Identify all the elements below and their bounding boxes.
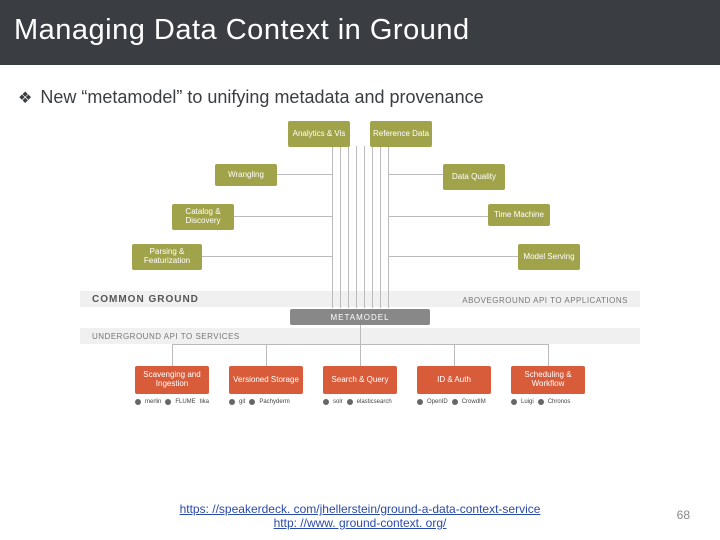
box-time: Time Machine <box>488 204 550 226</box>
box-reference: Reference Data <box>370 121 432 147</box>
connector <box>202 256 332 257</box>
box-serving: Model Serving <box>518 244 580 270</box>
connector <box>388 146 389 308</box>
connector <box>172 344 173 366</box>
logo-text: FLUME <box>175 399 195 405</box>
connector <box>360 325 361 344</box>
logo-text: Luigi <box>521 399 534 405</box>
logo-text: Chronos <box>548 399 571 405</box>
box-analytics: Analytics & Vis <box>288 121 350 147</box>
footer-links: https: //speakerdeck. com/jhellerstein/g… <box>0 502 720 530</box>
architecture-diagram: Analytics & Vis Reference Data Wrangling… <box>80 116 640 441</box>
metamodel-bar: METAMODEL <box>290 309 430 325</box>
connector <box>356 146 357 308</box>
logo-text: merlin <box>145 399 161 405</box>
logo-text: CrowdIM <box>462 399 486 405</box>
box-scheduling: Scheduling & Workflow <box>511 366 585 394</box>
box-parsing: Parsing & Featurization <box>132 244 202 270</box>
logo-text: solr <box>333 399 343 405</box>
connector <box>454 344 455 366</box>
connector <box>332 146 333 308</box>
logos-scavenging: merlin FLUME tika <box>135 399 209 405</box>
connector <box>234 216 332 217</box>
connector <box>172 344 548 345</box>
logo-icon <box>417 399 423 405</box>
logo-text: elasticsearch <box>357 399 392 405</box>
logo-icon <box>135 399 141 405</box>
connector <box>548 344 549 366</box>
box-quality: Data Quality <box>443 164 505 190</box>
box-search: Search & Query <box>323 366 397 394</box>
logo-text: OpenID <box>427 399 448 405</box>
box-id: ID & Auth <box>417 366 491 394</box>
label-below-api: UNDERGROUND API TO SERVICES <box>92 332 240 341</box>
connector <box>277 174 332 175</box>
logo-icon <box>347 399 353 405</box>
connector <box>340 146 341 308</box>
connector <box>360 344 361 366</box>
logo-icon <box>511 399 517 405</box>
label-above-api: ABOVEGROUND API TO APPLICATIONS <box>462 296 628 305</box>
logo-icon <box>538 399 544 405</box>
bullet-text: New “metamodel” to unifying metadata and… <box>40 87 483 108</box>
connector <box>380 146 381 308</box>
logo-icon <box>229 399 235 405</box>
connector <box>266 344 267 366</box>
link-speakerdeck[interactable]: https: //speakerdeck. com/jhellerstein/g… <box>0 502 720 516</box>
connector <box>348 146 349 308</box>
logo-icon <box>249 399 255 405</box>
box-versioned: Versioned Storage <box>229 366 303 394</box>
logo-icon <box>452 399 458 405</box>
connector <box>388 174 443 175</box>
connector <box>388 216 488 217</box>
bullet-row: ❖ New “metamodel” to unifying metadata a… <box>0 65 720 116</box>
connector <box>364 146 365 308</box>
link-ground-context[interactable]: http: //www. ground-context. org/ <box>0 516 720 530</box>
box-catalog: Catalog & Discovery <box>172 204 234 230</box>
connector <box>388 256 518 257</box>
logo-text: git <box>239 399 245 405</box>
bullet-icon: ❖ <box>18 88 32 108</box>
page-number: 68 <box>677 508 690 522</box>
connector <box>372 146 373 308</box>
label-common-ground: COMMON GROUND <box>92 294 199 305</box>
box-scavenging: Scavenging and Ingestion <box>135 366 209 394</box>
box-wrangling: Wrangling <box>215 164 277 186</box>
slide-title: Managing Data Context in Ground <box>14 14 706 47</box>
logo-text: Pachyderm <box>259 399 289 405</box>
logos-search: solr elasticsearch <box>323 399 397 405</box>
logo-text: tika <box>200 399 209 405</box>
logos-versioned: git Pachyderm <box>229 399 303 405</box>
logos-scheduling: Luigi Chronos <box>511 399 585 405</box>
logo-icon <box>323 399 329 405</box>
title-bar: Managing Data Context in Ground <box>0 0 720 65</box>
logos-id: OpenID CrowdIM <box>417 399 491 405</box>
logo-icon <box>165 399 171 405</box>
